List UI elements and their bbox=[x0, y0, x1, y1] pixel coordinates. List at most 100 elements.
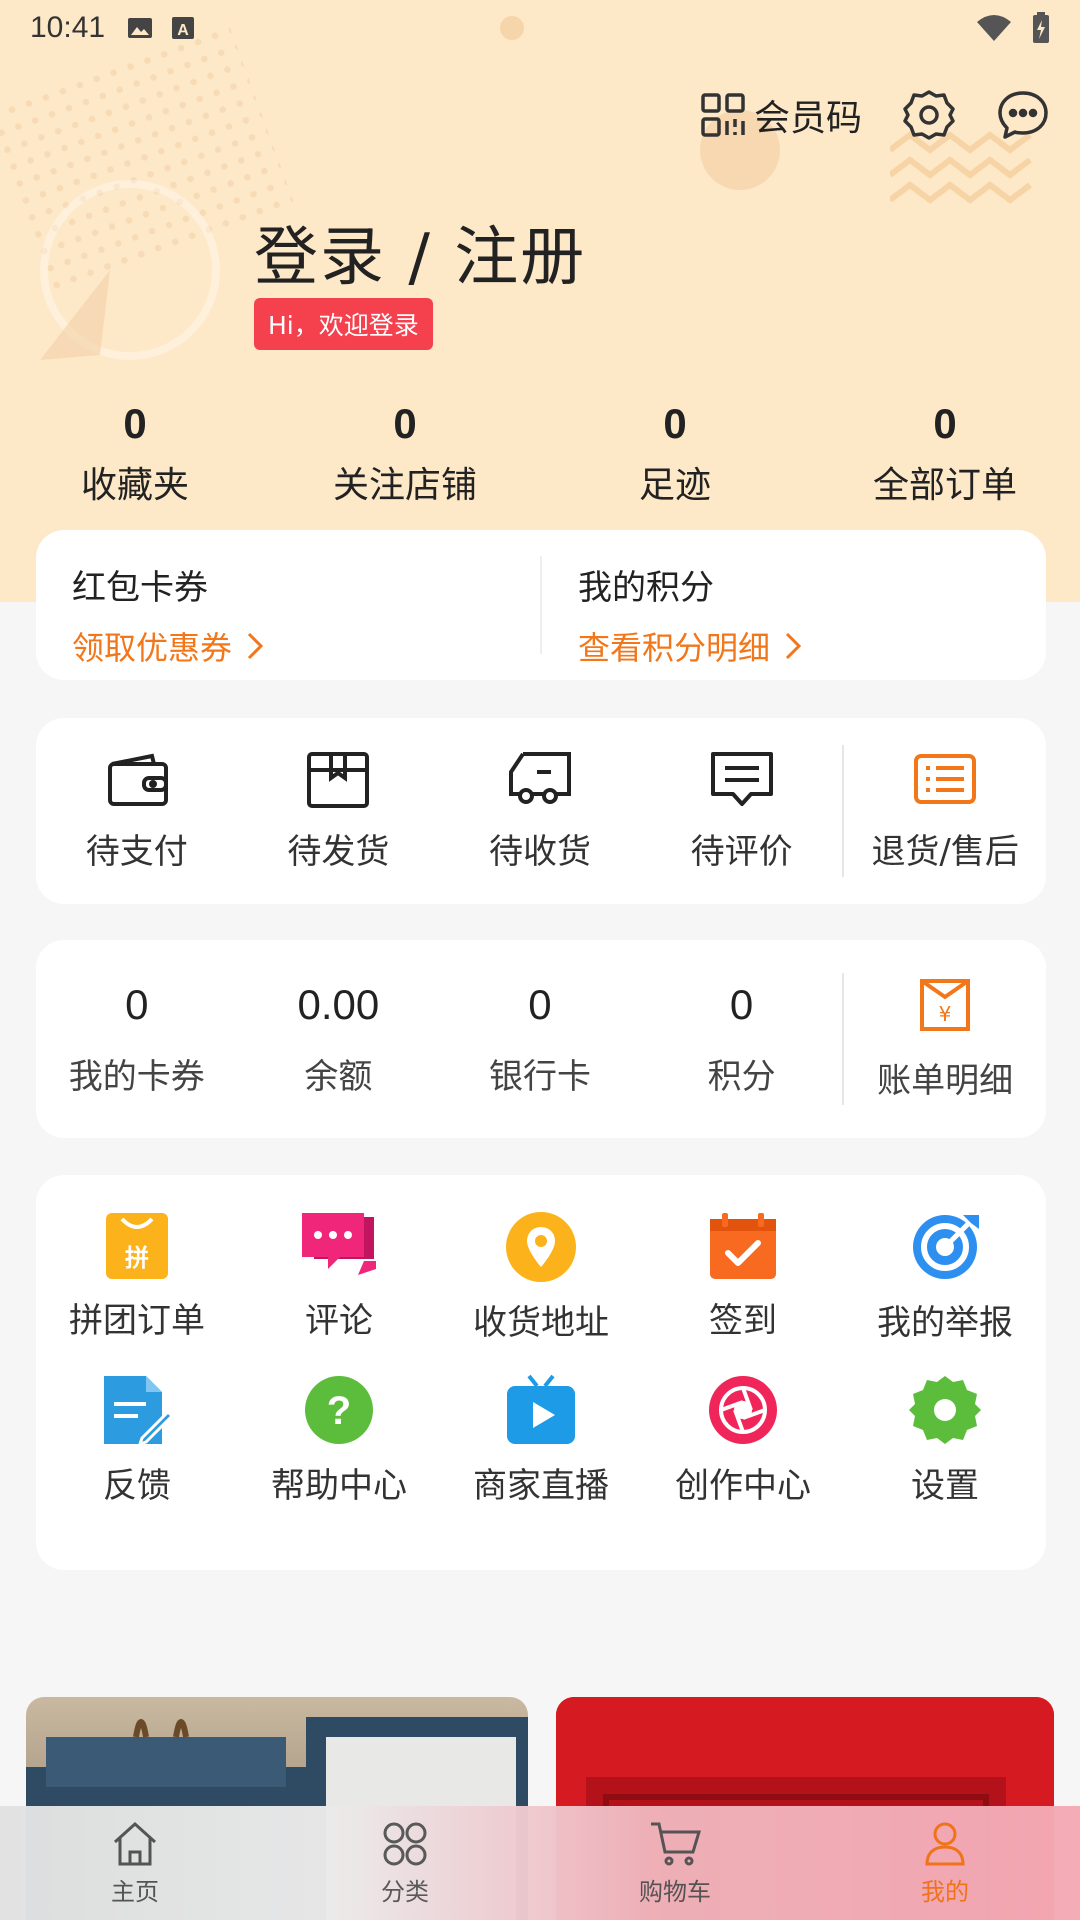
wallet-value: 0.00 bbox=[297, 980, 380, 1028]
user-stats: 0 收藏夹 0 关注店铺 0 足迹 0 全部订单 bbox=[0, 400, 1080, 508]
login-register-link[interactable]: 登录 / 注册 bbox=[254, 206, 586, 298]
stat-value: 0 bbox=[123, 400, 147, 447]
coupons-points-card: 红包卡券 领取优惠券 我的积分 查看积分明细 bbox=[36, 530, 1046, 680]
location-icon bbox=[506, 1212, 576, 1282]
stat-value: 0 bbox=[393, 400, 417, 447]
wallet-label: 我的卡券 bbox=[68, 1056, 205, 1097]
help-icon: ? bbox=[305, 1376, 373, 1444]
stat-all-orders[interactable]: 0 全部订单 bbox=[810, 400, 1080, 508]
tab-label: 购物车 bbox=[639, 1877, 711, 1906]
my-points[interactable]: 我的积分 查看积分明细 bbox=[542, 530, 1046, 680]
order-status-card: 待支付 待发货 待收货 待评价 退货/售后 bbox=[36, 718, 1046, 904]
chat-bubbles-icon bbox=[302, 1213, 376, 1275]
qrcode-icon bbox=[701, 93, 745, 137]
tool-label: 拼团订单 bbox=[69, 1301, 205, 1341]
tool-label: 帮助中心 bbox=[271, 1466, 407, 1506]
welcome-badge: Hi，欢迎登录 bbox=[254, 298, 433, 350]
settings-button[interactable] bbox=[902, 88, 956, 142]
list-icon bbox=[914, 753, 977, 804]
tool-feedback[interactable]: 反馈 bbox=[36, 1374, 238, 1507]
tool-label: 设置 bbox=[911, 1466, 979, 1506]
decorative-zigzag bbox=[890, 131, 1032, 204]
order-pending-payment[interactable]: 待支付 bbox=[36, 750, 238, 873]
wallet-value: 0 bbox=[125, 980, 149, 1028]
tool-group-orders[interactable]: 拼 拼团订单 bbox=[36, 1211, 238, 1344]
order-pending-review[interactable]: 待评价 bbox=[641, 750, 843, 873]
stat-label: 全部订单 bbox=[872, 465, 1017, 506]
svg-text:A: A bbox=[177, 22, 189, 39]
order-label: 退货/售后 bbox=[871, 831, 1019, 872]
stat-footprints[interactable]: 0 足迹 bbox=[540, 400, 810, 508]
group-buy-icon: 拼 bbox=[106, 1213, 168, 1279]
target-icon bbox=[913, 1215, 979, 1279]
battery-icon bbox=[1033, 12, 1049, 43]
tool-label: 签到 bbox=[709, 1301, 777, 1341]
tool-help-center[interactable]: ? 帮助中心 bbox=[238, 1374, 440, 1507]
chevron-right-icon bbox=[247, 632, 264, 660]
svg-text:拼: 拼 bbox=[125, 1244, 149, 1272]
tab-label: 主页 bbox=[111, 1877, 159, 1906]
tool-my-reports[interactable]: 我的举报 bbox=[844, 1211, 1046, 1344]
red-packet-coupons[interactable]: 红包卡券 领取优惠券 bbox=[36, 530, 540, 680]
tool-label: 评论 bbox=[305, 1301, 373, 1341]
points-title: 我的积分 bbox=[578, 568, 714, 608]
tool-shipping-address[interactable]: 收货地址 bbox=[440, 1211, 642, 1344]
messages-button[interactable] bbox=[996, 88, 1050, 142]
stat-label: 足迹 bbox=[638, 465, 711, 506]
bill-details[interactable]: ¥ 账单明细 bbox=[844, 977, 1046, 1102]
tab-cart[interactable]: 购物车 bbox=[540, 1806, 810, 1920]
tool-check-in[interactable]: 签到 bbox=[642, 1211, 844, 1344]
member-code-button[interactable]: 会员码 bbox=[700, 89, 862, 141]
tab-category[interactable]: 分类 bbox=[270, 1806, 540, 1920]
stat-value: 0 bbox=[663, 400, 687, 447]
wallet-balance[interactable]: 0.00 余额 bbox=[238, 981, 440, 1098]
tool-label: 收货地址 bbox=[473, 1303, 609, 1343]
stat-favorites[interactable]: 0 收藏夹 bbox=[0, 400, 270, 508]
tab-label: 分类 bbox=[381, 1877, 429, 1906]
stat-followed-stores[interactable]: 0 关注店铺 bbox=[270, 400, 540, 508]
order-label: 待支付 bbox=[85, 831, 188, 872]
tool-merchant-live[interactable]: 商家直播 bbox=[440, 1374, 642, 1507]
status-time: 10:41 bbox=[30, 11, 106, 44]
svg-text:¥: ¥ bbox=[939, 1002, 952, 1026]
wallet-bank-cards[interactable]: 0 银行卡 bbox=[439, 981, 641, 1098]
order-pending-receipt[interactable]: 待收货 bbox=[439, 750, 641, 873]
claim-coupon-link[interactable]: 领取优惠券 bbox=[72, 623, 232, 669]
image-icon bbox=[128, 18, 153, 38]
tab-mine[interactable]: 我的 bbox=[810, 1806, 1080, 1920]
wallet-label: 积分 bbox=[707, 1056, 776, 1097]
tools-card: 拼 拼团订单 评论 收货地址 签到 我的举报 反馈 ? 帮助中心 商家直播 创作… bbox=[36, 1175, 1046, 1570]
cart-icon bbox=[651, 1822, 701, 1865]
text-icon: A bbox=[172, 17, 195, 39]
tool-label: 我的举报 bbox=[877, 1303, 1013, 1343]
stat-value: 0 bbox=[933, 400, 957, 447]
tool-label: 反馈 bbox=[103, 1466, 171, 1506]
wallet-value: 0 bbox=[729, 980, 754, 1028]
comment-icon bbox=[710, 751, 773, 806]
order-label: 待发货 bbox=[287, 831, 390, 872]
wallet-icon bbox=[107, 753, 168, 806]
order-pending-shipment[interactable]: 待发货 bbox=[238, 750, 440, 873]
tv-play-icon bbox=[507, 1374, 575, 1444]
tool-comments[interactable]: 评论 bbox=[238, 1211, 440, 1344]
wallet-points[interactable]: 0 积分 bbox=[641, 981, 843, 1098]
view-points-detail-link[interactable]: 查看积分明细 bbox=[578, 623, 770, 669]
wifi-icon bbox=[977, 15, 1011, 41]
tool-settings[interactable]: 设置 bbox=[844, 1374, 1046, 1507]
tab-label: 我的 bbox=[921, 1877, 969, 1906]
stat-label: 关注店铺 bbox=[332, 465, 477, 506]
order-returns-aftersales[interactable]: 退货/售后 bbox=[844, 750, 1046, 873]
gear-icon bbox=[903, 90, 955, 140]
calendar-check-icon bbox=[710, 1213, 776, 1279]
stat-label: 收藏夹 bbox=[80, 465, 189, 506]
bottom-tab-bar: 主页 分类 购物车 我的 bbox=[0, 1806, 1080, 1920]
gear-icon bbox=[909, 1376, 981, 1444]
aperture-icon bbox=[709, 1376, 777, 1444]
wallet-card: 0 我的卡券 0.00 余额 0 银行卡 0 积分 ¥ 账单明细 bbox=[36, 940, 1046, 1138]
tool-creator-center[interactable]: 创作中心 bbox=[642, 1374, 844, 1507]
chevron-right-icon bbox=[785, 632, 802, 660]
tab-home[interactable]: 主页 bbox=[0, 1806, 270, 1920]
wallet-my-coupons[interactable]: 0 我的卡券 bbox=[36, 981, 238, 1098]
tool-label: 创作中心 bbox=[675, 1466, 811, 1506]
bill-envelope-icon: ¥ bbox=[920, 978, 971, 1031]
